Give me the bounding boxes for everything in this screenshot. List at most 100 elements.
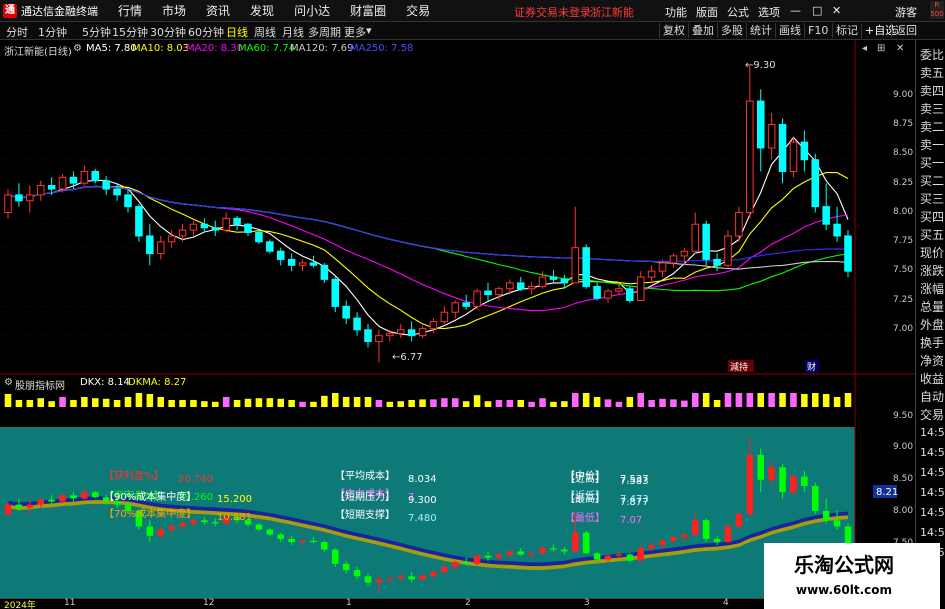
ma20-value: MA20: 8.30 <box>186 43 244 54</box>
tf-30min[interactable]: 30分钟 <box>150 24 186 40</box>
close-chart-icon[interactable]: ✕ <box>896 43 904 54</box>
qp-trade[interactable]: 交易 <box>920 406 944 423</box>
teal-candle-body <box>430 571 437 576</box>
restore-rights-button[interactable]: 复权 <box>659 23 688 38</box>
multi-stock-button[interactable]: 多股 <box>717 23 746 38</box>
menu-discover[interactable]: 发现 <box>250 2 274 19</box>
current-stock-name: 浙江新能 <box>590 6 634 19</box>
candle-body <box>538 276 547 287</box>
teal-candle-body <box>168 526 175 530</box>
f10-button[interactable]: F10 <box>804 23 831 38</box>
dkx-bars <box>4 393 852 407</box>
guest-user[interactable]: 游客 <box>895 4 917 20</box>
avg-cost-label: 【平均成本】 <box>335 471 395 482</box>
candle <box>113 183 121 201</box>
candle <box>4 189 12 219</box>
menu-news[interactable]: 资讯 <box>206 2 230 19</box>
candle <box>746 65 754 219</box>
more-chevron-icon[interactable]: ▾ <box>366 24 372 37</box>
tf-intraday[interactable]: 分时 <box>6 24 28 40</box>
window-icon[interactable]: ⊞ <box>877 43 885 54</box>
main-y-tick-2: 8.75 <box>893 119 914 129</box>
candle-body <box>113 188 121 196</box>
menu-functions[interactable]: 功能 <box>665 4 687 20</box>
candle-body <box>626 288 634 301</box>
teal-candle-body <box>812 485 819 511</box>
candle-body <box>822 206 830 225</box>
tf-multi[interactable]: 多周期 <box>308 24 341 40</box>
expand-icon[interactable]: ◂ <box>862 43 867 54</box>
dkx-bar <box>659 398 666 407</box>
candle <box>233 216 241 231</box>
dkx-bar <box>801 394 808 407</box>
menu-ask[interactable]: 问小达 <box>294 2 330 19</box>
menu-options[interactable]: 选项 <box>758 4 780 20</box>
tf-weekly[interactable]: 周线 <box>254 24 276 40</box>
candle-body <box>266 241 274 252</box>
dkx-bar <box>70 400 77 407</box>
menu-trade[interactable]: 交易 <box>406 2 430 19</box>
candle-body <box>451 302 460 313</box>
back-button[interactable]: 返回 <box>891 23 920 38</box>
main-y-tick-7: 7.50 <box>893 265 914 275</box>
mark-button[interactable]: 标记 <box>832 23 861 38</box>
teal-candle-body <box>462 561 470 564</box>
dkx-bar <box>572 393 579 407</box>
ind-settings-icon[interactable]: ⚙ <box>4 377 13 388</box>
tf-5min[interactable]: 5分钟 <box>82 24 111 40</box>
draw-line-button[interactable]: 画线 <box>775 23 804 38</box>
dkx-bar <box>484 401 492 407</box>
dkx-bar <box>4 394 12 407</box>
menu-wealth[interactable]: 财富圈 <box>350 2 386 19</box>
chart-title: 浙江新能(日线) <box>4 47 72 58</box>
teal-candle-body <box>201 520 208 523</box>
tf-monthly[interactable]: 月线 <box>282 24 304 40</box>
date-label-jan: 1 <box>346 598 352 608</box>
teal-candle-body <box>266 529 274 535</box>
minimize-icon[interactable]: — <box>790 4 801 17</box>
candle-body <box>462 302 470 307</box>
close-icon[interactable]: ✕ <box>832 4 841 17</box>
menu-formula[interactable]: 公式 <box>727 4 749 20</box>
candlestick-chart[interactable]: ←9.30 ←6.77 減持 财 <box>0 40 915 375</box>
candle-body <box>47 185 56 190</box>
teal-candle <box>157 526 164 539</box>
teal-candle-body <box>255 524 263 530</box>
teal-candle-body <box>528 553 535 555</box>
teal-candle-body <box>713 538 721 543</box>
tf-daily[interactable]: 日线 <box>226 24 248 40</box>
candle <box>767 112 776 160</box>
tf-more[interactable]: 更多 <box>344 24 366 40</box>
main-y-tick-8: 7.25 <box>893 295 914 305</box>
menu-layout[interactable]: 版面 <box>696 4 718 20</box>
menu-market[interactable]: 市场 <box>162 2 186 19</box>
teal-candle-body <box>539 548 546 554</box>
candle-body <box>80 170 89 184</box>
candle-body <box>833 223 841 237</box>
main-y-tick-9: 7.00 <box>893 324 914 334</box>
candle-body <box>636 276 645 301</box>
dkx-bar <box>48 401 55 407</box>
dkx-bar <box>146 394 154 407</box>
candle-body <box>418 328 427 337</box>
teal-candle-body <box>473 555 481 564</box>
candle <box>724 230 732 268</box>
tf-1min[interactable]: 1分钟 <box>38 24 67 40</box>
date-label-nov: 11 <box>64 598 76 608</box>
teal-candle-body <box>397 576 404 579</box>
overlay-button[interactable]: 叠加 <box>688 23 717 38</box>
menu-quotes[interactable]: 行情 <box>118 2 142 19</box>
qp-auto[interactable]: 自动 <box>920 388 944 405</box>
dkx-bar <box>201 401 208 407</box>
teal-candle <box>408 571 415 583</box>
teal-candle <box>441 563 448 574</box>
stats-button[interactable]: 统计 <box>746 23 775 38</box>
tf-60min[interactable]: 60分钟 <box>188 24 224 40</box>
teal-candle <box>321 540 328 552</box>
maximize-icon[interactable]: □ <box>812 4 822 17</box>
settings-icon[interactable]: ⚙ <box>73 43 82 54</box>
login-warning[interactable]: 证券交易未登录 <box>514 4 591 20</box>
candle <box>822 183 830 231</box>
tf-15min[interactable]: 15分钟 <box>112 24 148 40</box>
qp-buy3: 买三 <box>920 192 945 206</box>
